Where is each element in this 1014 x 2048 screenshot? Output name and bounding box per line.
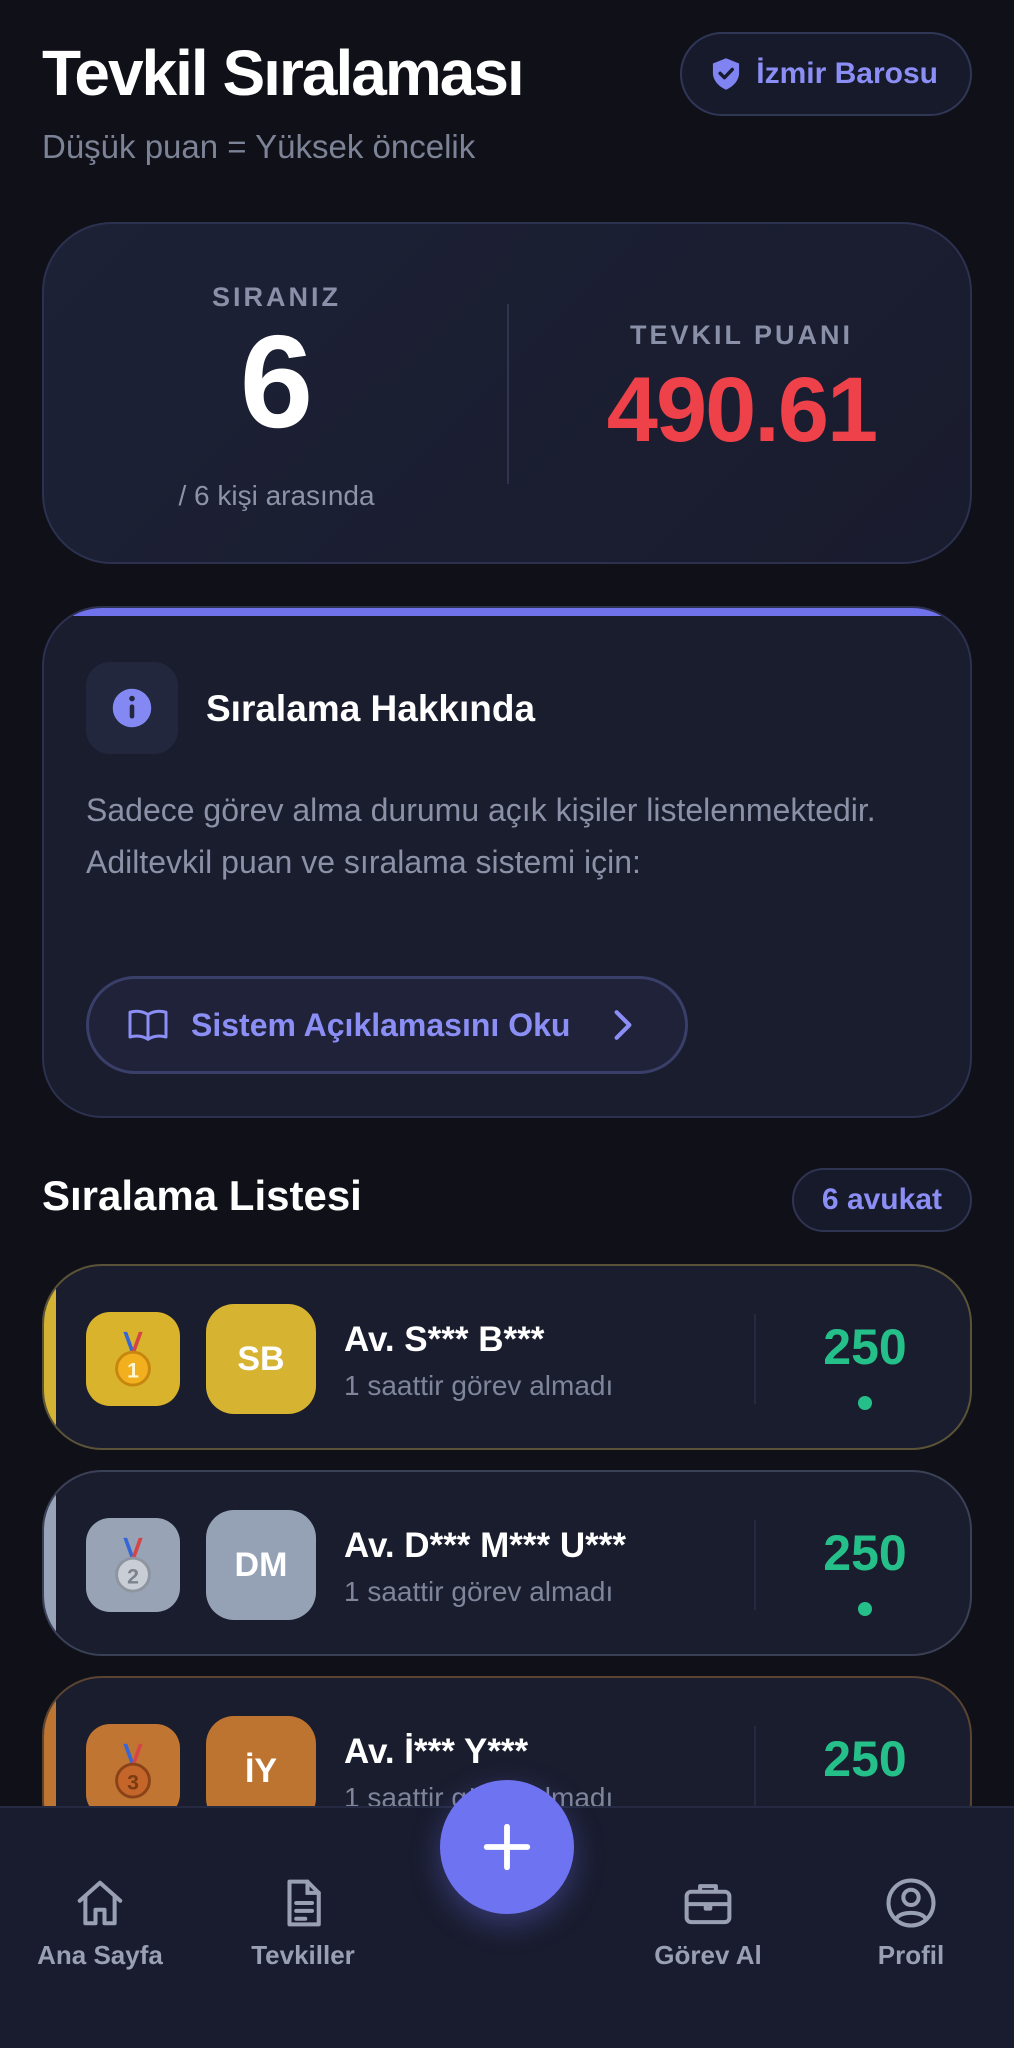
avatar: SB (206, 1304, 316, 1414)
lawyer-count-label: 6 avukat (821, 1183, 942, 1216)
bar-association-badge[interactable]: İzmir Barosu (680, 32, 972, 116)
page-subtitle: Düşük puan = Yüksek öncelik (42, 128, 476, 165)
info-card: Sıralama Hakkında Sadece görev alma duru… (42, 606, 972, 1118)
medal-graphic: 3 (115, 1743, 151, 1799)
nav-tevkiller[interactable]: Tevkiller (213, 1876, 393, 1971)
ranking-page: Tevkil Sıralaması Düşük puan = Yüksek ön… (0, 0, 1014, 2048)
document-icon (287, 1879, 321, 1927)
score-value: 490.61 (606, 359, 878, 461)
score-label: TEVKIL PUANI (629, 320, 854, 350)
page-title: Tevkil Sıralaması (42, 37, 525, 109)
home-icon (77, 1880, 123, 1926)
lawyer-count-badge: 6 avukat (791, 1168, 972, 1232)
lawyer-name: Av. S*** B*** (344, 1320, 545, 1359)
lawyer-status: 1 saattir görev almadı (344, 1576, 614, 1607)
silver-medal-icon: 2 (86, 1518, 180, 1612)
book-icon (128, 1009, 168, 1041)
bronze-medal-icon: 3 (86, 1724, 180, 1818)
rank-stripe (44, 1266, 56, 1448)
info-icon (112, 688, 152, 728)
info-icon-container (86, 662, 178, 754)
avatar: DM (206, 1510, 316, 1620)
shield-check-icon (713, 58, 740, 90)
lawyer-name: Av. D*** M*** U*** (344, 1526, 627, 1565)
online-status-dot (858, 1602, 872, 1616)
nav-profil[interactable]: Profil (821, 1876, 1001, 1971)
info-description: Sadece görev alma durumu açık kişiler li… (86, 792, 876, 880)
stats-card: SIRANIZ 6 / 6 kişi arasında TEVKIL PUANI… (42, 222, 972, 564)
nav-gorev-al[interactable]: Görev Al (618, 1876, 798, 1971)
chevron-right-icon (614, 1010, 632, 1040)
lawyer-score: 250 (823, 1525, 907, 1581)
lawyer-score: 250 (823, 1731, 907, 1787)
medal-rank-number: 2 (127, 1564, 139, 1588)
nav-home-label: Ana Sayfa (37, 1940, 163, 1970)
info-title: Sıralama Hakkında (206, 688, 536, 729)
gold-medal-icon: 1 (86, 1312, 180, 1406)
plus-icon (483, 1823, 531, 1871)
nav-home[interactable]: Ana Sayfa (10, 1876, 190, 1971)
rank-total: / 6 kişi arasında (178, 480, 375, 511)
read-system-explanation-label: Sistem Açıklamasını Oku (191, 1006, 571, 1043)
ranking-row[interactable]: 1 SB Av. S*** B*** 1 saattir görev almad… (42, 1264, 972, 1450)
nav-gorev-al-label: Görev Al (654, 1940, 762, 1970)
rank-stat: SIRANIZ 6 / 6 kişi arasında (44, 224, 509, 562)
score-stat: TEVKIL PUANI 490.61 (509, 224, 974, 562)
lawyer-score: 250 (823, 1319, 907, 1375)
ranking-list-title: Sıralama Listesi (42, 1172, 362, 1219)
rank-value: 6 (239, 308, 314, 455)
lawyer-status: 1 saattir görev almadı (344, 1370, 614, 1401)
online-status-dot (858, 1396, 872, 1410)
medal-rank-number: 1 (127, 1358, 139, 1382)
rank-stripe (44, 1472, 56, 1654)
read-system-explanation-button[interactable]: Sistem Açıklamasını Oku (86, 976, 688, 1074)
briefcase-icon (684, 1884, 732, 1925)
add-tevkil-button[interactable] (440, 1780, 574, 1914)
lawyer-name: Av. İ*** Y*** (344, 1732, 529, 1771)
page-header: Tevkil Sıralaması Düşük puan = Yüksek ön… (42, 32, 972, 176)
nav-tevkiller-label: Tevkiller (251, 1940, 355, 1970)
medal-graphic: 2 (115, 1537, 151, 1593)
medal-rank-number: 3 (127, 1770, 139, 1794)
info-accent-bar (44, 608, 970, 616)
ranking-row[interactable]: 2 DM Av. D*** M*** U*** 1 saattir görev … (42, 1470, 972, 1656)
user-circle-icon (886, 1878, 936, 1928)
bar-association-label: İzmir Barosu (756, 57, 938, 90)
nav-profil-label: Profil (877, 1940, 945, 1970)
medal-graphic: 1 (115, 1331, 151, 1387)
